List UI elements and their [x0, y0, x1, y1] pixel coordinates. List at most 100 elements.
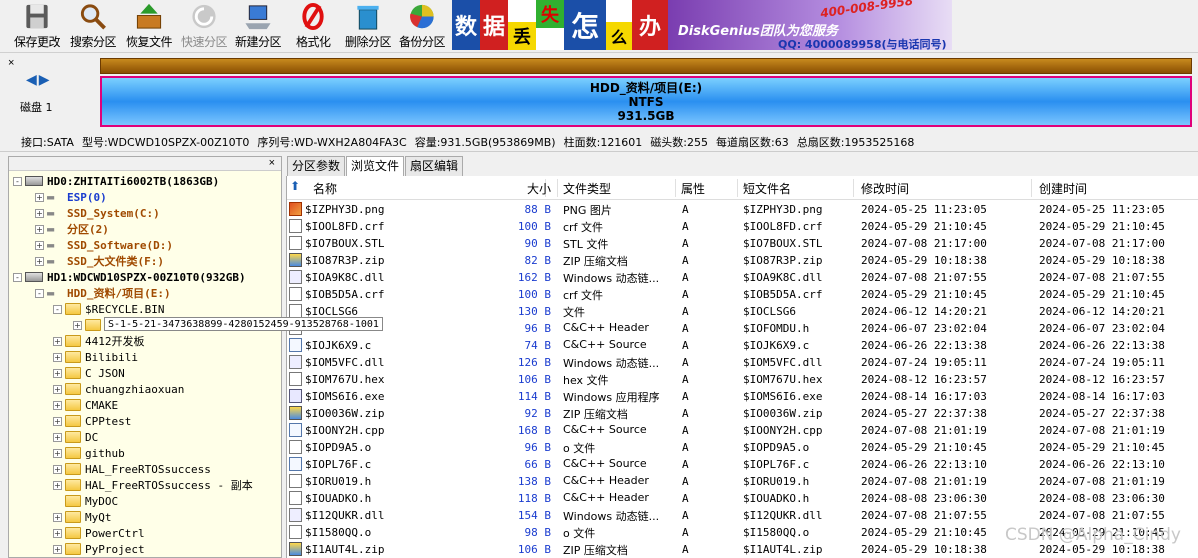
- tree-node[interactable]: + ▬ SSD_大文件类(F:): [35, 253, 164, 269]
- tree-node[interactable]: + PowerCtrl: [53, 525, 145, 541]
- ad-banner[interactable]: 数 据 丢 失 怎 么 办 400-008-9958 DiskGenius团队为…: [452, 0, 952, 50]
- tree-node[interactable]: - HD0:ZHITAITi6002TB(1863GB): [13, 173, 219, 189]
- expand-icon[interactable]: +: [35, 192, 44, 202]
- tree-node[interactable]: +: [73, 317, 105, 333]
- new-partition-button[interactable]: 新建分区: [235, 0, 282, 50]
- tree-node[interactable]: + CMAKE: [53, 397, 118, 413]
- cell-attr: A: [682, 407, 689, 420]
- expand-icon[interactable]: +: [35, 224, 44, 234]
- file-row[interactable]: $IO87R3P.zip 82 B ZIP 压缩文档 A $IO87R3P.zip 202…: [287, 252, 1198, 269]
- delete-partition-button[interactable]: 删除分区: [345, 0, 392, 50]
- disk-nav-arrows-icon[interactable]: ◀▶: [26, 71, 52, 88]
- tree-node[interactable]: + PyProject: [53, 541, 145, 557]
- col-header-ctime[interactable]: 创建时间: [1039, 180, 1087, 197]
- info-cylinders: 柱面数:121601: [563, 135, 643, 149]
- file-row[interactable]: $IOCLSG6 130 B 文件 A $IOCLSG6 2024-06-12 14:20…: [287, 303, 1198, 320]
- tree-node[interactable]: + DC: [53, 429, 98, 445]
- tab-partition-params[interactable]: 分区参数: [287, 156, 346, 176]
- file-row[interactable]: $IO7BOUX.STL 90 B STL 文件 A $IO7BOUX.STL 2024-…: [287, 235, 1198, 252]
- backup-partition-button[interactable]: 备份分区: [399, 0, 446, 50]
- file-row[interactable]: $IOJK6X9.c 74 B C&C++ Source A $IOJK6X9.c 202…: [287, 337, 1198, 354]
- tree-node[interactable]: - ▬ HDD_资料/项目(E:): [35, 285, 171, 301]
- expand-icon[interactable]: +: [53, 336, 62, 346]
- file-row[interactable]: $IOM5VFC.dll 126 B Windows 动态链... A $IOM5VFC…: [287, 354, 1198, 371]
- expand-icon[interactable]: +: [53, 352, 62, 362]
- file-row[interactable]: $IOMS6I6.exe 114 B Windows 应用程序 A $IOMS6I6.e…: [287, 388, 1198, 405]
- col-header-mtime[interactable]: 修改时间: [861, 180, 909, 197]
- expand-icon[interactable]: +: [53, 400, 62, 410]
- close-icon[interactable]: ×: [8, 57, 14, 69]
- tree-node[interactable]: MyDOC: [53, 493, 118, 509]
- file-row[interactable]: $IOUADKO.h 118 B C&C++ Header A $IOUADKO.h 20…: [287, 490, 1198, 507]
- col-header-type[interactable]: 文件类型: [563, 180, 611, 197]
- col-header-short-name[interactable]: 短文件名: [743, 180, 791, 197]
- tab-browse-files[interactable]: 浏览文件: [346, 156, 405, 176]
- tree-node[interactable]: +4412开发板: [53, 333, 145, 349]
- expand-icon[interactable]: +: [53, 480, 62, 490]
- file-row[interactable]: $IOPD9A5.o 96 Bo 文件 A $IOPD9A5.o 2024-05-29 …: [287, 439, 1198, 456]
- file-row[interactable]: 96 B C&C++ Header A $IOFOMDU.h 2024-06-07 23…: [287, 320, 1198, 337]
- info-total-sectors: 总扇区数:1953525168: [796, 135, 915, 149]
- tree-node-label: Bilibili: [85, 350, 138, 364]
- expand-icon[interactable]: +: [35, 256, 44, 266]
- restore-files-button[interactable]: 恢复文件: [126, 0, 173, 50]
- expand-icon[interactable]: +: [53, 544, 62, 554]
- file-row[interactable]: $I12QUKR.dll 154 B Windows 动态链... A $I12QUKR…: [287, 507, 1198, 524]
- tree-node[interactable]: + Bilibili: [53, 349, 138, 365]
- file-row[interactable]: $IOOL8FD.crf 100 Bcrf 文件 A $IOOL8FD.crf 2024…: [287, 218, 1198, 235]
- expand-icon[interactable]: +: [53, 384, 62, 394]
- partition-icon: ▬: [47, 222, 55, 236]
- file-row[interactable]: $IZPHY3D.png 88 B PNG 图片 A $IZPHY3D.png 2024-…: [287, 201, 1198, 218]
- col-header-attr[interactable]: 属性: [681, 180, 705, 197]
- file-row[interactable]: $IO0036W.zip 92 B ZIP 压缩文档 A $IO0036W.zip 202…: [287, 405, 1198, 422]
- tree-node[interactable]: + ▬ 分区(2): [35, 221, 109, 237]
- tree-node[interactable]: + C JSON: [53, 365, 125, 381]
- tree-node[interactable]: + github: [53, 445, 125, 461]
- search-partition-button[interactable]: 搜索分区: [70, 0, 117, 50]
- expand-icon[interactable]: +: [53, 432, 62, 442]
- file-row[interactable]: $IOB5D5A.crf 100 Bcrf 文件 A $IOB5D5A.crf 2024…: [287, 286, 1198, 303]
- file-row[interactable]: $IOA9K8C.dll 162 B Windows 动态链... A $IOA9K8C…: [287, 269, 1198, 286]
- expand-icon[interactable]: +: [53, 464, 62, 474]
- collapse-icon[interactable]: -: [13, 272, 22, 282]
- tree-node-label: $RECYCLE.BIN: [85, 302, 165, 316]
- tree-node[interactable]: - $RECYCLE.BIN: [53, 301, 164, 317]
- close-icon[interactable]: ×: [269, 157, 275, 169]
- expand-icon[interactable]: +: [35, 240, 44, 250]
- save-changes-button[interactable]: 保存更改: [14, 0, 61, 50]
- partition-block[interactable]: HDD_资料/项目(E:) NTFS 931.5GB: [100, 76, 1192, 127]
- expand-icon[interactable]: +: [53, 368, 62, 378]
- tree-node[interactable]: - HD1:WDCWD10SPZX-00Z10T0(932GB): [13, 269, 246, 285]
- expand-icon[interactable]: +: [53, 512, 62, 522]
- file-row[interactable]: $IORU019.h 138 B C&C++ Header A $IORU019.h 20…: [287, 473, 1198, 490]
- tab-sector-edit[interactable]: 扇区编辑: [405, 156, 464, 176]
- collapse-icon[interactable]: -: [53, 304, 62, 314]
- file-row[interactable]: $IOM767U.hex 106 Bhex 文件 A $IOM767U.hex 2024…: [287, 371, 1198, 388]
- expand-icon[interactable]: +: [53, 448, 62, 458]
- folder-icon: [65, 495, 81, 507]
- tree-node[interactable]: + ▬ SSD_Software(D:): [35, 237, 173, 253]
- col-header-name[interactable]: 名称: [313, 180, 337, 197]
- tree-node[interactable]: + ▬ SSD_System(C:): [35, 205, 160, 221]
- up-arrow-icon[interactable]: ⬆: [290, 179, 300, 193]
- tree-node[interactable]: + chuangzhiaoxuan: [53, 381, 184, 397]
- expand-icon[interactable]: +: [73, 320, 82, 330]
- collapse-icon[interactable]: -: [13, 176, 22, 186]
- tree-node-label: ESP(0): [67, 190, 107, 204]
- expand-icon[interactable]: +: [53, 528, 62, 538]
- collapse-icon[interactable]: -: [35, 288, 44, 298]
- col-header-size[interactable]: 大小: [527, 180, 551, 197]
- tree-node[interactable]: + HAL_FreeRTOSsuccess - 副本: [53, 477, 253, 493]
- expand-icon[interactable]: +: [35, 208, 44, 218]
- tree-node[interactable]: + HAL_FreeRTOSsuccess: [53, 461, 211, 477]
- format-button[interactable]: 格式化: [296, 0, 331, 50]
- file-row[interactable]: $IOONY2H.cpp 168 B C&C++ Source A $IOONY2H.c…: [287, 422, 1198, 439]
- file-row[interactable]: $IOPL76F.c 66 B C&C++ Source A $IOPL76F.c 202…: [287, 456, 1198, 473]
- cell-mtime: 2024-05-29 10:18:38: [861, 254, 987, 267]
- tree-node[interactable]: + MyQt: [53, 509, 112, 525]
- expand-icon[interactable]: +: [53, 416, 62, 426]
- quick-partition-button[interactable]: 快速分区: [181, 0, 228, 50]
- tree-view[interactable]: - HD0:ZHITAITi6002TB(1863GB) + ▬ ESP(0) + ▬ SSD…: [9, 171, 281, 557]
- tree-node[interactable]: + CPPtest: [53, 413, 131, 429]
- tree-node[interactable]: + ▬ ESP(0): [35, 189, 107, 205]
